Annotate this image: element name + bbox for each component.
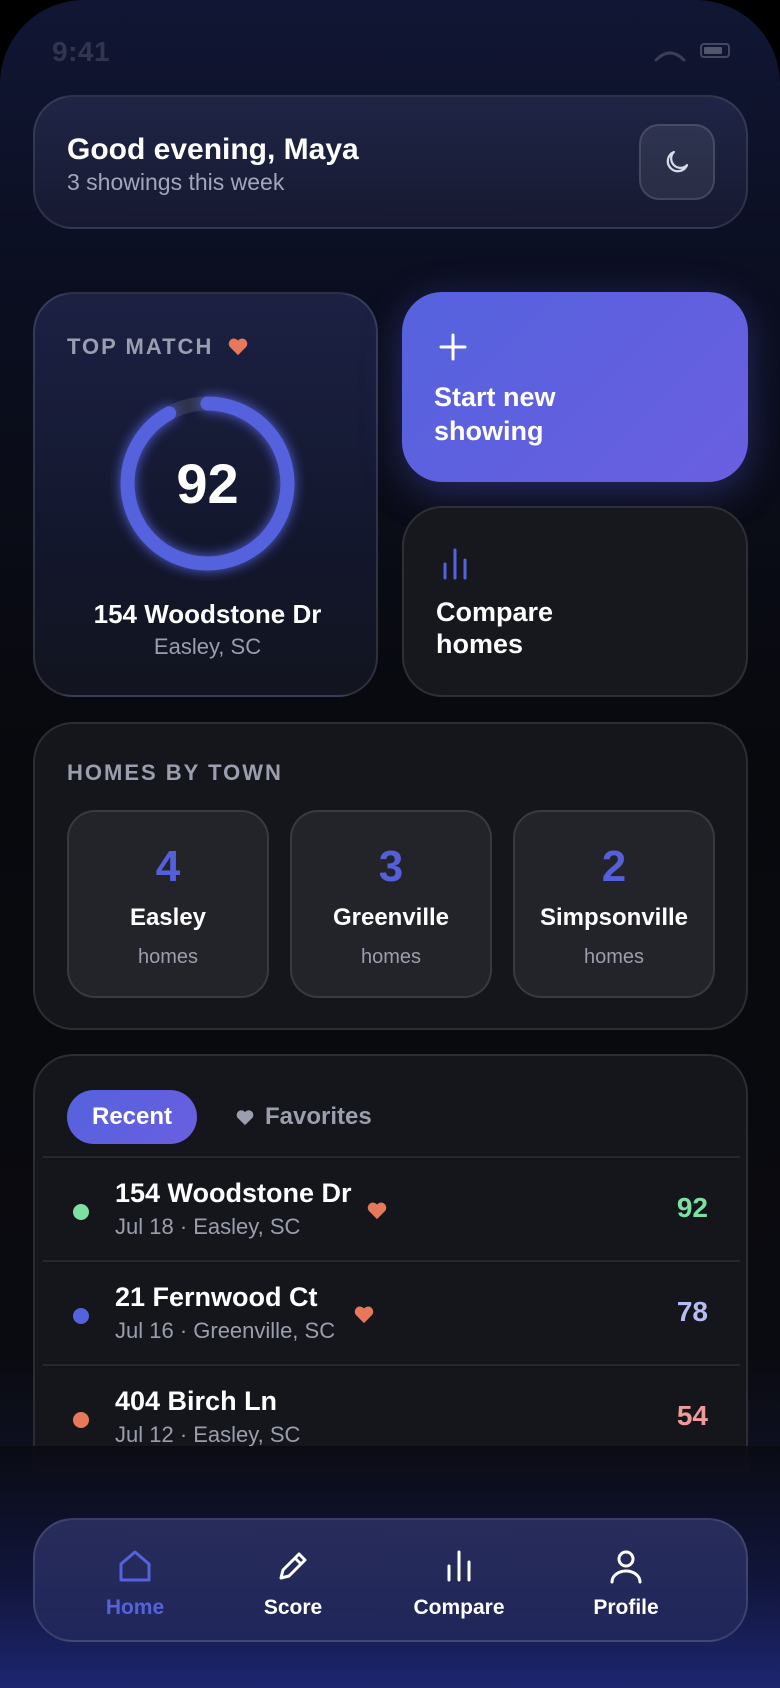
start-new-showing-button[interactable]: Start new showing bbox=[402, 292, 748, 482]
heart-icon[interactable] bbox=[366, 1200, 388, 1220]
heart-icon bbox=[236, 1110, 254, 1126]
bottom-nav: Home Score Compare Profile bbox=[33, 1518, 748, 1642]
nav-label: Compare bbox=[413, 1596, 505, 1619]
nav-label: Home bbox=[105, 1596, 165, 1619]
heart-icon bbox=[228, 338, 248, 356]
tab-favorites[interactable]: Favorites bbox=[235, 1090, 372, 1144]
town-unit: homes bbox=[583, 946, 645, 968]
phone-screen: 9:41 Good evening, Maya 3 showings this … bbox=[0, 0, 780, 1688]
heart-icon[interactable] bbox=[353, 1304, 375, 1324]
bar-chart-icon bbox=[447, 1550, 471, 1582]
list-item-title: 154 Woodstone Dr bbox=[115, 1178, 352, 1208]
nav-item-home[interactable]: Home bbox=[60, 1520, 210, 1644]
status-dot bbox=[73, 1412, 89, 1428]
pencil-icon bbox=[279, 1552, 307, 1580]
nav-label: Score bbox=[263, 1596, 323, 1619]
theme-toggle-button[interactable] bbox=[639, 124, 715, 200]
homes-by-town-card: HOMES BY TOWN 4 Easley homes 3 Greenvill… bbox=[33, 722, 748, 1030]
bar-chart-icon bbox=[443, 548, 467, 580]
list-item-score: 92 bbox=[676, 1192, 708, 1223]
town-count: 3 bbox=[378, 842, 404, 891]
compare-homes-label: Compare homes bbox=[436, 597, 554, 659]
status-dot bbox=[73, 1204, 89, 1220]
list-item-title: 404 Birch Ln bbox=[115, 1386, 278, 1416]
list-item-subtitle: Jul 18 · Easley, SC bbox=[115, 1214, 301, 1239]
tab-favorites-label: Favorites bbox=[265, 1103, 372, 1130]
town-count: 2 bbox=[601, 842, 627, 891]
nav-item-profile[interactable]: Profile bbox=[551, 1520, 701, 1644]
status-dot bbox=[73, 1308, 89, 1324]
list-item-title: 21 Fernwood Ct bbox=[115, 1282, 318, 1312]
nav-item-compare[interactable]: Compare bbox=[384, 1520, 534, 1644]
nav-label: Profile bbox=[593, 1596, 659, 1619]
town-tile-greenville[interactable]: 3 Greenville homes bbox=[290, 810, 492, 998]
home-icon bbox=[119, 1550, 151, 1582]
status-time: 9:41 bbox=[52, 36, 111, 67]
compare-homes-button[interactable]: Compare homes bbox=[402, 506, 748, 697]
town-name: Greenville bbox=[332, 904, 450, 931]
wifi-icon bbox=[654, 51, 686, 62]
top-match-address: 154 Woodstone Dr bbox=[93, 599, 322, 629]
list-item-subtitle: Jul 12 · Easley, SC bbox=[115, 1422, 301, 1447]
list-item-score: 54 bbox=[676, 1400, 708, 1431]
list-item-subtitle: Jul 16 · Greenville, SC bbox=[115, 1318, 336, 1343]
top-match-card[interactable]: TOP MATCH 92 154 Woodstone Dr Easley, SC bbox=[33, 292, 378, 697]
town-unit: homes bbox=[137, 946, 199, 968]
person-icon bbox=[610, 1550, 642, 1584]
moon-icon bbox=[666, 150, 689, 173]
showings-list-card: Recent Favorites 154 Woodstone Dr Jul 18… bbox=[33, 1054, 748, 1474]
start-new-showing-label: Start new showing bbox=[434, 382, 556, 446]
list-item[interactable]: 154 Woodstone Dr Jul 18 · Easley, SC 92 bbox=[43, 1156, 740, 1260]
list-item[interactable]: 21 Fernwood Ct Jul 16 · Greenville, SC 7… bbox=[43, 1260, 740, 1364]
town-name: Easley bbox=[129, 904, 207, 931]
score-ring: 92 bbox=[110, 386, 305, 581]
tab-recent[interactable]: Recent bbox=[67, 1090, 197, 1144]
town-unit: homes bbox=[360, 946, 422, 968]
list-item-score: 78 bbox=[676, 1296, 708, 1327]
battery-icon bbox=[700, 43, 730, 58]
plus-icon bbox=[439, 333, 467, 361]
homes-by-town-label: HOMES BY TOWN bbox=[67, 760, 283, 785]
greeting-card: Good evening, Maya 3 showings this week bbox=[33, 95, 748, 229]
status-bar: 9:41 bbox=[0, 32, 780, 96]
greeting-subtitle: 3 showings this week bbox=[67, 169, 285, 195]
town-tile-easley[interactable]: 4 Easley homes bbox=[67, 810, 269, 998]
top-match-label: TOP MATCH bbox=[67, 334, 214, 359]
top-match-city: Easley, SC bbox=[153, 634, 262, 659]
town-tile-simpsonville[interactable]: 2 Simpsonville homes bbox=[513, 810, 715, 998]
nav-item-score[interactable]: Score bbox=[218, 1520, 368, 1644]
town-count: 4 bbox=[155, 842, 181, 891]
town-name: Simpsonville bbox=[539, 904, 689, 931]
top-match-score: 92 bbox=[176, 452, 239, 515]
greeting-title: Good evening, Maya bbox=[67, 133, 359, 166]
